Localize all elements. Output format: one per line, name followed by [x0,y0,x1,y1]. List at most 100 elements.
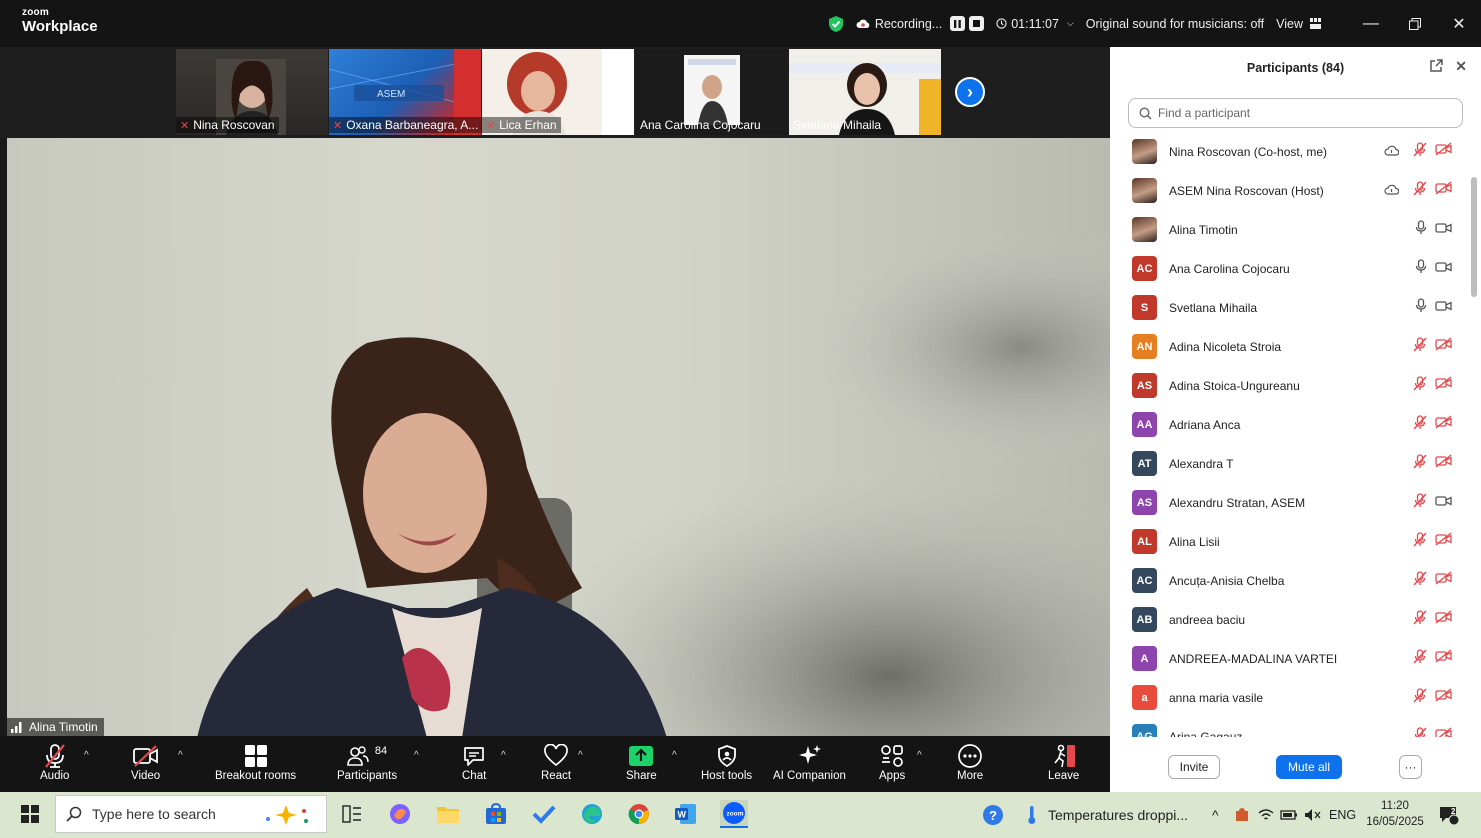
more-button[interactable]: More [957,742,983,782]
mic-muted-icon[interactable] [1413,375,1427,396]
participant-row[interactable]: ASEM Nina Roscovan (Host) [1110,171,1470,210]
battery-icon[interactable] [1280,792,1298,838]
mic-muted-icon[interactable] [1413,531,1427,552]
pop-out-icon[interactable] [1429,59,1444,77]
participants-button[interactable]: 84 Participants [337,742,397,782]
participant-row[interactable]: S Svetlana Mihaila [1110,288,1470,327]
participant-row[interactable]: AL Alina Lisii [1110,522,1470,561]
camera-icon[interactable] [1435,299,1452,317]
participant-row[interactable]: AC Ancuța-Anisia Chelba [1110,561,1470,600]
participant-row[interactable]: A ANDREEA-MADALINA VARTEI [1110,639,1470,678]
camera-icon[interactable] [1435,221,1452,239]
camera-off-icon[interactable] [1435,688,1452,707]
mic-muted-icon[interactable] [1413,180,1427,201]
participant-list-scrollbar[interactable] [1471,177,1477,297]
mic-muted-icon[interactable] [1413,414,1427,435]
windows-start-icon[interactable] [16,800,44,828]
camera-off-icon[interactable] [1435,142,1452,161]
participant-row[interactable]: Nina Roscovan (Co-host, me) [1110,132,1470,171]
original-sound-toggle[interactable]: Original sound for musicians: off [1086,17,1264,31]
store-app-icon[interactable] [482,800,510,828]
camera-off-icon[interactable] [1435,532,1452,551]
restore-button[interactable] [1393,17,1437,30]
chat-button[interactable]: Chat [462,742,486,782]
close-button[interactable]: ✕ [1437,14,1481,34]
mic-muted-icon[interactable] [1413,336,1427,357]
thumbnail-tile[interactable]: Ana Carolina Cojocaru [636,49,788,135]
ai-companion-button[interactable]: AI Companion [773,742,846,782]
video-button[interactable]: Video [131,742,160,782]
host-tools-button[interactable]: Host tools [701,742,752,782]
mic-icon[interactable] [1415,258,1427,279]
close-panel-icon[interactable]: ✕ [1455,59,1467,77]
taskbar-clock[interactable]: 11:20 16/05/2025 [1364,792,1426,838]
recording-status[interactable]: Recording... [856,16,985,31]
active-speaker-video[interactable]: Alina Timotin [7,138,1110,736]
participant-search-input[interactable]: Find a participant [1128,98,1463,128]
notification-center-icon[interactable]: 2 [1438,792,1460,838]
invite-button[interactable]: Invite [1168,755,1220,779]
meeting-timer[interactable]: 01:11:07 ⌵ [996,17,1074,31]
mic-muted-icon[interactable] [1413,453,1427,474]
edge-browser-icon[interactable] [578,800,606,828]
encryption-shield-icon[interactable] [828,15,844,33]
camera-off-icon[interactable] [1435,376,1452,395]
camera-off-icon[interactable] [1435,727,1452,737]
mic-icon[interactable] [1415,297,1427,318]
camera-off-icon[interactable] [1435,610,1452,629]
weather-widget[interactable]: Temperatures droppi... [1026,792,1188,838]
pause-recording-button[interactable] [950,16,966,31]
taskbar-search-input[interactable]: Type here to search [55,795,327,833]
thumbnail-tile[interactable]: ✕ Nina Roscovan [176,49,328,135]
chrome-browser-icon[interactable] [625,800,653,828]
todo-app-icon[interactable] [530,800,558,828]
task-view-icon[interactable] [338,800,366,828]
mic-muted-icon[interactable] [1413,609,1427,630]
react-options-caret[interactable]: ^ [578,750,583,761]
camera-off-icon[interactable] [1435,649,1452,668]
thumbnail-tile[interactable]: Svetlana Mihaila [789,49,941,135]
input-language[interactable]: ENG [1329,792,1356,838]
thumbnail-tile[interactable]: ASEM ✕ Oxana Barbaneagra, A... [329,49,481,135]
camera-off-icon[interactable] [1435,454,1452,473]
camera-off-icon[interactable] [1435,337,1452,356]
mic-muted-icon[interactable] [1413,648,1427,669]
participant-row[interactable]: AN Adina Nicoleta Stroia [1110,327,1470,366]
minimize-button[interactable]: — [1349,15,1393,33]
camera-icon[interactable] [1435,260,1452,278]
apps-button[interactable]: Apps [879,742,905,782]
help-icon[interactable]: ? [982,792,1004,838]
mic-muted-icon[interactable] [1413,492,1427,513]
file-explorer-icon[interactable] [434,800,462,828]
camera-off-icon[interactable] [1435,415,1452,434]
audio-options-caret[interactable]: ^ [84,750,89,761]
chat-options-caret[interactable]: ^ [501,750,506,761]
view-menu[interactable]: View [1276,17,1321,31]
audio-button[interactable]: Audio [40,742,69,782]
wifi-icon[interactable] [1258,792,1274,838]
share-options-caret[interactable]: ^ [672,750,677,761]
mic-icon[interactable] [1415,219,1427,240]
mute-all-button[interactable]: Mute all [1276,755,1342,779]
copilot-app-icon[interactable] [386,800,414,828]
stop-recording-button[interactable] [969,16,985,31]
breakout-rooms-button[interactable]: Breakout rooms [215,742,296,782]
next-page-button[interactable]: › [955,77,985,107]
mic-muted-icon[interactable] [1413,570,1427,591]
participant-row[interactable]: a anna maria vasile [1110,678,1470,717]
camera-icon[interactable] [1435,494,1452,512]
participant-row[interactable]: AS Alexandru Stratan, ASEM [1110,483,1470,522]
participant-row[interactable]: AS Adina Stoica-Ungureanu [1110,366,1470,405]
participant-row[interactable]: AG Arina Gagauz [1110,717,1470,737]
video-options-caret[interactable]: ^ [178,750,183,761]
participant-row[interactable]: Alina Timotin [1110,210,1470,249]
mic-muted-icon[interactable] [1413,726,1427,737]
mic-muted-icon[interactable] [1413,141,1427,162]
share-button[interactable]: Share [626,742,657,782]
camera-off-icon[interactable] [1435,181,1452,200]
leave-button[interactable]: Leave [1048,742,1079,782]
thumbnail-tile[interactable]: ✕ Lica Erhan [482,49,634,135]
participant-row[interactable]: AC Ana Carolina Cojocaru [1110,249,1470,288]
participant-row[interactable]: AA Adriana Anca [1110,405,1470,444]
participants-options-caret[interactable]: ^ [414,750,419,761]
